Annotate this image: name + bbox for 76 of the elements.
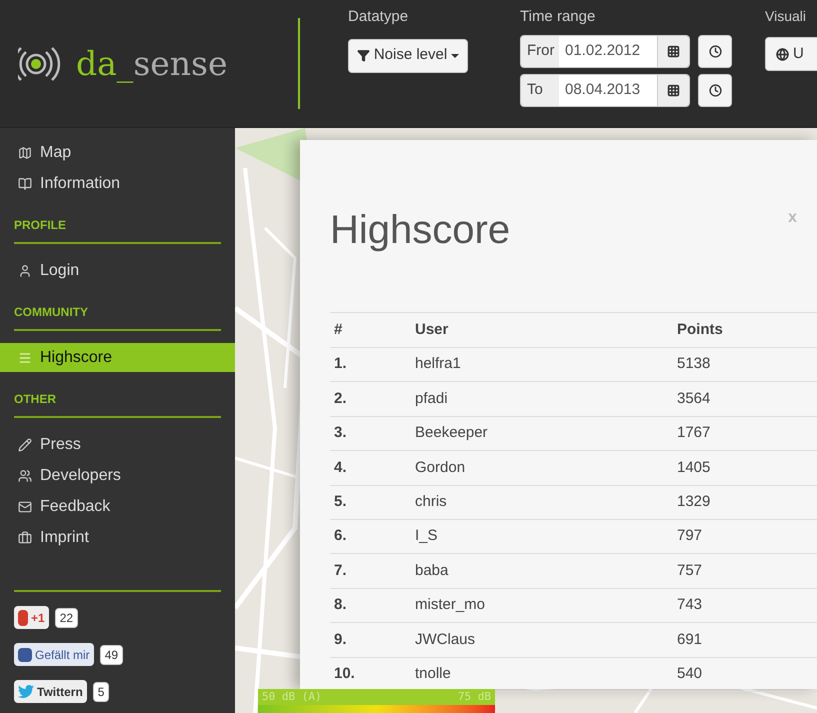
bird-icon	[18, 685, 34, 698]
group-icon	[18, 468, 32, 482]
table-cell: 10.	[330, 657, 415, 692]
table-cell: helfra1	[415, 348, 677, 382]
table-cell: chris	[415, 485, 677, 520]
table-cell: 9.	[330, 622, 415, 658]
table-cell: I_S	[415, 519, 677, 554]
user-icon	[18, 264, 32, 278]
nav-item[interactable]: Highscore	[0, 343, 235, 372]
briefcase-icon	[18, 530, 32, 544]
share-button[interactable]: Gefällt mir	[14, 643, 94, 666]
list-icon	[18, 350, 32, 364]
visualisation-button[interactable]: U	[765, 37, 817, 71]
nav-item[interactable]: Press	[0, 430, 235, 459]
table-cell: 3564	[677, 382, 817, 416]
table-cell: 2.	[330, 382, 415, 416]
table-cell: Gordon	[415, 450, 677, 486]
clock-icon	[708, 44, 722, 58]
share-count: 22	[54, 608, 78, 628]
table-cell: 743	[677, 588, 817, 623]
section-heading: OTHER	[14, 390, 221, 418]
table-cell: 1767	[677, 416, 817, 451]
table-cell: baba	[415, 554, 677, 588]
column-header: #	[330, 312, 415, 348]
dialog-title: Highscore	[330, 207, 510, 254]
time-button[interactable]	[698, 34, 732, 68]
table-cell: 691	[677, 622, 817, 658]
map-icon	[18, 146, 32, 160]
table-cell: 6.	[330, 519, 415, 554]
legend-min: 50 dB (A)	[262, 689, 322, 705]
share-button[interactable]: +1	[14, 606, 49, 629]
table-cell: 1.	[330, 348, 415, 382]
column-header: Points	[677, 312, 817, 348]
table-cell: 8.	[330, 588, 415, 623]
section-heading: PROFILE	[14, 216, 221, 244]
table-cell: 1405	[677, 450, 817, 486]
table-cell: mister_mo	[415, 588, 677, 623]
share-count: 5	[92, 682, 110, 702]
table-cell: 540	[677, 657, 817, 692]
globe-icon	[776, 48, 789, 60]
nav-item[interactable]: Developers	[0, 461, 235, 490]
table-cell: 1329	[677, 485, 817, 520]
table-cell: 757	[677, 554, 817, 588]
share-count: 49	[100, 644, 124, 664]
datatype-label: Datatype	[348, 7, 410, 27]
table-cell: 5138	[677, 348, 817, 382]
table-cell: 797	[677, 519, 817, 554]
section-heading: COMMUNITY	[14, 303, 221, 331]
time-button[interactable]	[698, 74, 732, 106]
table-cell: JWClaus	[415, 622, 677, 658]
signal-logo-icon	[18, 46, 62, 82]
legend-max: 75 dB	[458, 689, 491, 705]
column-header: User	[415, 312, 677, 348]
datatype-dropdown[interactable]: Noise level	[348, 38, 468, 72]
table-cell: pfadi	[415, 382, 677, 416]
caret-icon	[451, 54, 460, 58]
share-button[interactable]: Twittern	[14, 680, 87, 703]
nav-item[interactable]: Imprint	[0, 523, 235, 552]
visualisation-label: Visuali	[765, 7, 807, 26]
nav-item[interactable]: Feedback	[0, 492, 235, 521]
table-cell: Beekeeper	[415, 416, 677, 451]
table-cell: 7.	[330, 554, 415, 588]
book-icon	[18, 176, 32, 190]
table-cell: 4.	[330, 450, 415, 486]
nav-item[interactable]: Map	[0, 138, 235, 167]
pencil-icon	[18, 438, 32, 452]
nav-item[interactable]: Information	[0, 169, 235, 198]
table-cell: 3.	[330, 416, 415, 451]
filter-icon	[356, 49, 370, 62]
logo-text: da_sense	[76, 42, 228, 85]
nav-item[interactable]: Login	[0, 256, 235, 285]
table-cell: tnolle	[415, 657, 677, 692]
clock-icon	[708, 84, 722, 96]
envelope-icon	[18, 500, 32, 514]
time-range-label: Time range	[520, 7, 596, 27]
table-cell: 5.	[330, 485, 415, 520]
